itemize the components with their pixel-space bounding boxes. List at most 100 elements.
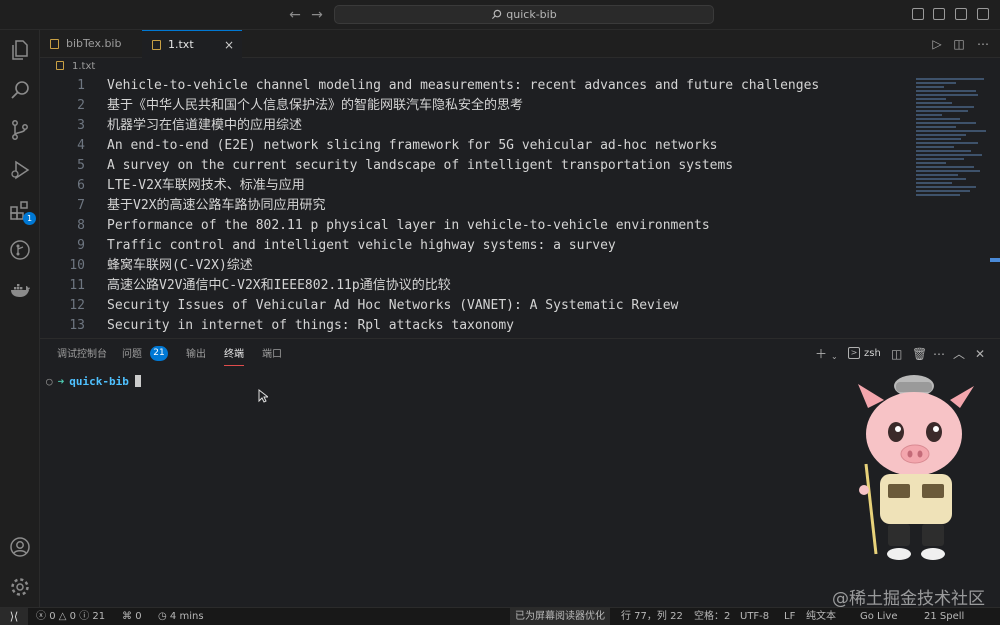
editor-line[interactable]: 5 A survey on the current security landsc… (40, 156, 920, 176)
line-number: 8 (77, 218, 85, 233)
ports-count: 0 (135, 611, 142, 622)
run-debug-icon[interactable] (8, 158, 32, 182)
line-number: 13 (69, 318, 85, 333)
tab-problems[interactable]: 问题 (122, 348, 142, 366)
tab-ports[interactable]: 端口 (262, 348, 282, 366)
docker-icon[interactable] (8, 278, 32, 302)
tab-label: bibTex.bib (66, 37, 122, 50)
account-icon[interactable] (8, 535, 32, 559)
language-mode-status[interactable]: 纯文本 (806, 608, 836, 625)
line-number: 4 (77, 138, 85, 153)
source-control-icon[interactable] (8, 118, 32, 142)
editor-line[interactable]: 10 蜂窝车联网(C-V2X)综述 (40, 256, 920, 276)
terminal-cursor (134, 375, 141, 387)
file-icon (50, 39, 59, 49)
close-tab-icon[interactable]: × (224, 31, 234, 59)
search-icon[interactable] (8, 78, 32, 102)
toggle-panel-icon[interactable] (933, 8, 945, 20)
line-text: 基于V2X的高速公路车路协同应用研究 (107, 198, 326, 213)
editor-line[interactable]: 11 高速公路V2V通信中C-V2X和IEEE802.11p通信协议的比较 (40, 276, 920, 296)
settings-gear-icon[interactable] (8, 575, 32, 599)
minimap[interactable] (916, 76, 988, 211)
text-editor[interactable]: 1 Vehicle-to-vehicle channel modeling and… (40, 76, 1000, 337)
line-text: 机器学习在信道建模中的应用综述 (107, 118, 303, 133)
tab-bibtex-bib[interactable]: bibTex.bib (40, 30, 140, 58)
split-editor-icon[interactable]: ◫ (951, 36, 967, 52)
line-number: 1 (77, 78, 85, 93)
line-number: 10 (69, 258, 85, 273)
line-number: 7 (77, 198, 85, 213)
encoding-status[interactable]: UTF-8 (740, 608, 769, 625)
tab-label: 1.txt (168, 38, 194, 51)
terminal-shell-name[interactable]: zsh (864, 348, 881, 359)
indentation-status[interactable]: 空格：2 (694, 608, 730, 625)
line-text: Security Issues of Vehicular Ad Hoc Netw… (107, 298, 679, 313)
tab-terminal[interactable]: 终端 (224, 348, 244, 366)
go-live-status[interactable]: Go Live (860, 608, 897, 625)
git-graph-icon[interactable] (8, 238, 32, 262)
screen-reader-status[interactable]: 已为屏幕阅读器优化 (510, 608, 610, 625)
line-number: 3 (77, 118, 85, 133)
line-number: 9 (77, 238, 85, 253)
time-tracker-status[interactable]: ◷ 4 mins (158, 608, 204, 625)
explorer-icon[interactable] (8, 38, 32, 62)
prompt-directory: quick-bib (69, 375, 129, 388)
toggle-secondary-sidebar-icon[interactable] (955, 8, 967, 20)
editor-line[interactable]: 9 Traffic control and intelligent vehicle… (40, 236, 920, 256)
command-center-search[interactable]: quick-bib (334, 5, 714, 24)
maximize-panel-icon[interactable]: ︿ (953, 347, 965, 361)
toggle-sidebar-icon[interactable] (912, 8, 924, 20)
line-number: 2 (77, 98, 85, 113)
file-icon (152, 40, 161, 50)
terminal-prompt[interactable]: ○ ➜ quick-bib (46, 375, 141, 389)
remote-indicator-icon[interactable]: ⟩⟨ (0, 608, 28, 625)
editor-line[interactable]: 2 基于《中华人民共和国个人信息保护法》的智能网联汽车隐私安全的思考 (40, 96, 920, 116)
status-bar: ⟩⟨ ⓧ 0 △ 0 ⓘ 21 ⌘ 0 ◷ 4 mins 已为屏幕阅读器优化 行… (0, 607, 1000, 625)
mouse-pointer-icon (258, 389, 268, 403)
back-arrow-icon[interactable]: ← (286, 6, 304, 24)
info-icon: ⓘ (79, 611, 90, 622)
line-text: A survey on the current security landsca… (107, 158, 734, 173)
tab-output[interactable]: 输出 (186, 348, 206, 366)
breadcrumb[interactable]: 1.txt (40, 58, 1000, 76)
trash-icon[interactable]: 🗑 (912, 347, 927, 361)
extensions-icon[interactable]: 1 (8, 198, 36, 225)
tab-1-txt[interactable]: 1.txt × (142, 30, 242, 58)
editor-line[interactable]: 8 Performance of the 802.11 p physical la… (40, 216, 920, 236)
editor-line[interactable]: 13 Security in internet of things: Rpl at… (40, 316, 920, 336)
spell-check-status[interactable]: 21 Spell (924, 608, 964, 625)
run-icon[interactable]: ▷ (929, 36, 945, 52)
activity-bar: 1 (0, 30, 40, 607)
info-count: 21 (92, 611, 106, 622)
chevron-down-icon[interactable]: ⌄ (831, 350, 838, 364)
ports-status[interactable]: ⌘ 0 (122, 608, 142, 625)
editor-line[interactable]: 6 LTE-V2X车联网技术、标准与应用 (40, 176, 920, 196)
problems-count-badge: 21 (150, 346, 168, 361)
line-text: LTE-V2X车联网技术、标准与应用 (107, 178, 305, 193)
warning-count: 0 (69, 611, 77, 622)
editor-line[interactable]: 1 Vehicle-to-vehicle channel modeling and… (40, 76, 920, 96)
problems-status[interactable]: ⓧ 0 △ 0 ⓘ 21 (36, 608, 105, 625)
forward-arrow-icon[interactable]: → (308, 6, 326, 24)
line-text: Performance of the 802.11 p physical lay… (107, 218, 710, 233)
more-actions-icon[interactable]: ⋯ (933, 347, 945, 361)
editor-line[interactable]: 4 An end-to-end (E2E) network slicing fra… (40, 136, 920, 156)
tab-debug-console[interactable]: 调试控制台 (57, 348, 107, 366)
editor-line[interactable]: 12 Security Issues of Vehicular Ad Hoc Ne… (40, 296, 920, 316)
customize-layout-icon[interactable] (977, 8, 989, 20)
eol-status[interactable]: LF (784, 608, 795, 625)
line-number: 5 (77, 158, 85, 173)
split-terminal-icon[interactable]: ◫ (891, 347, 902, 361)
line-text: 高速公路V2V通信中C-V2X和IEEE802.11p通信协议的比较 (107, 278, 451, 293)
cursor-position-status[interactable]: 行 77，列 22 (621, 608, 683, 625)
prompt-arrow-icon: ➜ (57, 375, 65, 388)
more-actions-icon[interactable]: ⋯ (975, 36, 991, 52)
bottom-panel: 调试控制台 问题 21 输出 终端 端口 ＋ ⌄ > zsh ◫ 🗑 ⋯ ︿ ✕… (40, 338, 1000, 609)
command-center-label: quick-bib (506, 8, 557, 21)
close-panel-icon[interactable]: ✕ (975, 347, 985, 361)
editor-line[interactable]: 3 机器学习在信道建模中的应用综述 (40, 116, 920, 136)
new-terminal-icon[interactable]: ＋ (815, 347, 827, 361)
line-text: Traffic control and intelligent vehicle … (107, 238, 616, 253)
editor-line[interactable]: 7 基于V2X的高速公路车路协同应用研究 (40, 196, 920, 216)
pig-mascot-image (858, 375, 974, 560)
